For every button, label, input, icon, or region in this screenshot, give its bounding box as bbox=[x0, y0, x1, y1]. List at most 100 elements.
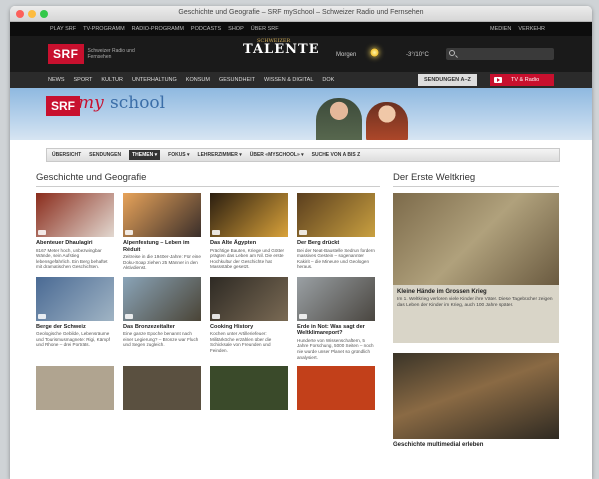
content-card[interactable]: Cooking History Kochen unter Artilleriefe… bbox=[210, 276, 288, 360]
content-card[interactable] bbox=[297, 366, 375, 411]
nav-item[interactable]: DOK bbox=[322, 77, 334, 83]
card-grid: Abenteuer Dhaulagiri 8167 Meter hoch, unb… bbox=[36, 193, 380, 411]
content-card[interactable]: Das Alte Ägypten Prächtige Bauten, Kriege… bbox=[210, 193, 288, 271]
tv-radio-label: TV & Radio bbox=[511, 77, 540, 83]
subnav-sendungen[interactable]: SENDUNGEN bbox=[89, 152, 121, 158]
main-nav: NEWS SPORT KULTUR UNTERHALTUNG KONSUM GE… bbox=[10, 72, 592, 88]
content-card[interactable]: Der Berg drückt Bei der Neat-Baustelle Se… bbox=[297, 193, 375, 271]
myschool-school-label: school bbox=[110, 93, 166, 113]
video-camera-icon bbox=[125, 230, 133, 235]
subnav-ueber-myschool[interactable]: ÜBER «MYSCHOOL» ▾ bbox=[250, 152, 304, 158]
card-image[interactable] bbox=[297, 193, 375, 237]
card-image[interactable] bbox=[36, 193, 114, 237]
talente-small-label: SCHWEIZER bbox=[257, 38, 291, 44]
talente-label: TALENTE bbox=[243, 42, 320, 57]
hero-person-image bbox=[316, 98, 362, 140]
myschool-hero: SRF my school bbox=[10, 88, 592, 140]
topbar-link-verkehr[interactable]: VERKEHR bbox=[518, 26, 545, 32]
content-card[interactable]: Erde in Not: Was sagt der Weltklimarepor… bbox=[297, 276, 375, 360]
video-camera-icon bbox=[299, 230, 307, 235]
topbar-link[interactable]: RADIO-PROGRAMM bbox=[132, 26, 184, 32]
card-description: 8167 Meter hoch, unbezwingbar Wände, sei… bbox=[36, 247, 108, 270]
topbar-link[interactable]: TV-PROGRAMM bbox=[83, 26, 125, 32]
myschool-subnav: ÜBERSICHT SENDUNGEN THEMEN ▾ FOKUS ▾ LEH… bbox=[46, 148, 560, 162]
subnav-fokus[interactable]: FOKUS ▾ bbox=[168, 152, 189, 158]
card-image[interactable] bbox=[123, 276, 201, 321]
card-title[interactable]: Abenteuer Dhaulagiri bbox=[36, 240, 114, 247]
card-image[interactable] bbox=[210, 276, 288, 321]
card-title[interactable]: Erde in Not: Was sagt der Weltklimarepor… bbox=[297, 324, 375, 337]
sidebar-feature: Der Erste Weltkrieg Kleine Hände im Gros… bbox=[393, 172, 559, 448]
video-camera-icon bbox=[299, 313, 307, 319]
nav-item[interactable]: KULTUR bbox=[101, 77, 123, 83]
content-card[interactable] bbox=[36, 366, 114, 411]
card-title[interactable]: Der Berg drückt bbox=[297, 240, 375, 247]
subnav-lehrerzimmer[interactable]: LEHRERZIMMER ▾ bbox=[198, 152, 242, 158]
feature-caption[interactable]: Kleine Hände im Grossen Krieg Im 1. Welt… bbox=[393, 285, 559, 343]
topbar-link[interactable]: PODCASTS bbox=[191, 26, 221, 32]
nav-item[interactable]: KONSUM bbox=[186, 77, 210, 83]
card-title[interactable]: Alpenfestung – Leben im Réduit bbox=[123, 240, 201, 253]
card-description: Zeitreise in die 1940er-Jahre: Für eine … bbox=[123, 254, 201, 271]
card-image[interactable] bbox=[123, 366, 201, 411]
tv-radio-button[interactable]: TV & Radio bbox=[490, 74, 555, 86]
nav-item[interactable]: NEWS bbox=[48, 77, 65, 83]
feature-title: Kleine Hände im Grossen Krieg bbox=[397, 289, 487, 295]
topbar-link-medien[interactable]: MEDIEN bbox=[490, 26, 511, 32]
search-icon[interactable] bbox=[449, 50, 455, 56]
window-titlebar: Geschichte und Geografie – SRF mySchool … bbox=[10, 6, 592, 22]
content-card[interactable]: Berge der Schweiz Geologische Gebilde, Le… bbox=[36, 276, 114, 360]
window-title: Geschichte und Geografie – SRF mySchool … bbox=[178, 9, 424, 16]
card-description: Geologische Gebilde, Lebensräume und Tou… bbox=[36, 331, 110, 348]
section-title: Geschichte und Geografie bbox=[36, 172, 380, 187]
card-image[interactable] bbox=[297, 276, 375, 321]
weather-day: Morgen bbox=[336, 52, 357, 58]
srf-logo[interactable]: SRF bbox=[48, 44, 84, 64]
talente-promo[interactable]: SCHWEIZER TALENTE bbox=[243, 38, 320, 57]
card-description: Hunderte von Wissenschaftern, 5 Jahre Fo… bbox=[297, 337, 374, 360]
feature-image-2[interactable] bbox=[393, 353, 559, 439]
card-image[interactable] bbox=[210, 366, 288, 411]
main-content: Geschichte und Geografie Abenteuer Dhaul… bbox=[36, 172, 380, 411]
search-input[interactable] bbox=[446, 48, 554, 60]
topbar-link[interactable]: SHOP bbox=[228, 26, 244, 32]
topbar-link[interactable]: PLAY SRF bbox=[50, 26, 76, 32]
card-image[interactable] bbox=[210, 193, 288, 237]
card-title[interactable]: Das Alte Ägypten bbox=[210, 240, 288, 247]
nav-item[interactable]: SPORT bbox=[74, 77, 93, 83]
card-description: Eine ganze Epoche benannt nach einer Leg… bbox=[123, 331, 199, 348]
card-image[interactable] bbox=[297, 366, 375, 411]
subnav-uebersicht[interactable]: ÜBERSICHT bbox=[52, 152, 81, 158]
card-description: Kochen unter Artilleriefeuer: Militärköc… bbox=[210, 331, 272, 354]
play-icon bbox=[494, 77, 502, 83]
card-title[interactable]: Cooking History bbox=[210, 324, 288, 331]
card-description: Bei der Neat-Baustelle Sedrun fordern ma… bbox=[297, 247, 375, 270]
card-image[interactable] bbox=[36, 276, 114, 321]
content-card[interactable]: Alpenfestung – Leben im Réduit Zeitreise … bbox=[123, 193, 201, 271]
video-camera-icon bbox=[38, 230, 46, 235]
feature-title-2[interactable]: Geschichte multimedial erleben bbox=[393, 442, 559, 448]
subnav-suche-a-z[interactable]: SUCHE VON A BIS Z bbox=[312, 152, 361, 158]
content-card[interactable]: Das Bronzezeitalter Eine ganze Epoche ben… bbox=[123, 276, 201, 360]
top-utility-bar: PLAY SRF TV-PROGRAMM RADIO-PROGRAMM PODC… bbox=[10, 22, 592, 36]
card-title[interactable]: Berge der Schweiz bbox=[36, 324, 114, 331]
subnav-themen[interactable]: THEMEN ▾ bbox=[129, 150, 161, 160]
nav-item[interactable]: WISSEN & DIGITAL bbox=[264, 77, 313, 83]
content-card[interactable] bbox=[123, 366, 201, 411]
myschool-srf-logo[interactable]: SRF bbox=[46, 96, 80, 116]
nav-item[interactable]: GESUNDHEIT bbox=[219, 77, 255, 83]
video-camera-icon bbox=[38, 313, 46, 319]
card-image[interactable] bbox=[123, 193, 201, 237]
srf-logo-subtitle: Schweizer Radio und Fernsehen bbox=[87, 48, 135, 60]
card-title[interactable]: Das Bronzezeitalter bbox=[123, 324, 201, 331]
nav-item[interactable]: UNTERHALTUNG bbox=[132, 77, 177, 83]
feature-image[interactable] bbox=[393, 193, 559, 285]
card-image[interactable] bbox=[36, 366, 114, 411]
card-description: Prächtige Bauten, Kriege und Götter präg… bbox=[210, 247, 285, 270]
content-card[interactable] bbox=[210, 366, 288, 411]
topbar-link[interactable]: ÜBER SRF bbox=[251, 26, 279, 32]
sendungen-az-button[interactable]: SENDUNGEN A–Z bbox=[418, 74, 477, 86]
video-camera-icon bbox=[212, 313, 220, 319]
content-card[interactable]: Abenteuer Dhaulagiri 8167 Meter hoch, unb… bbox=[36, 193, 114, 271]
sun-icon bbox=[370, 48, 379, 57]
